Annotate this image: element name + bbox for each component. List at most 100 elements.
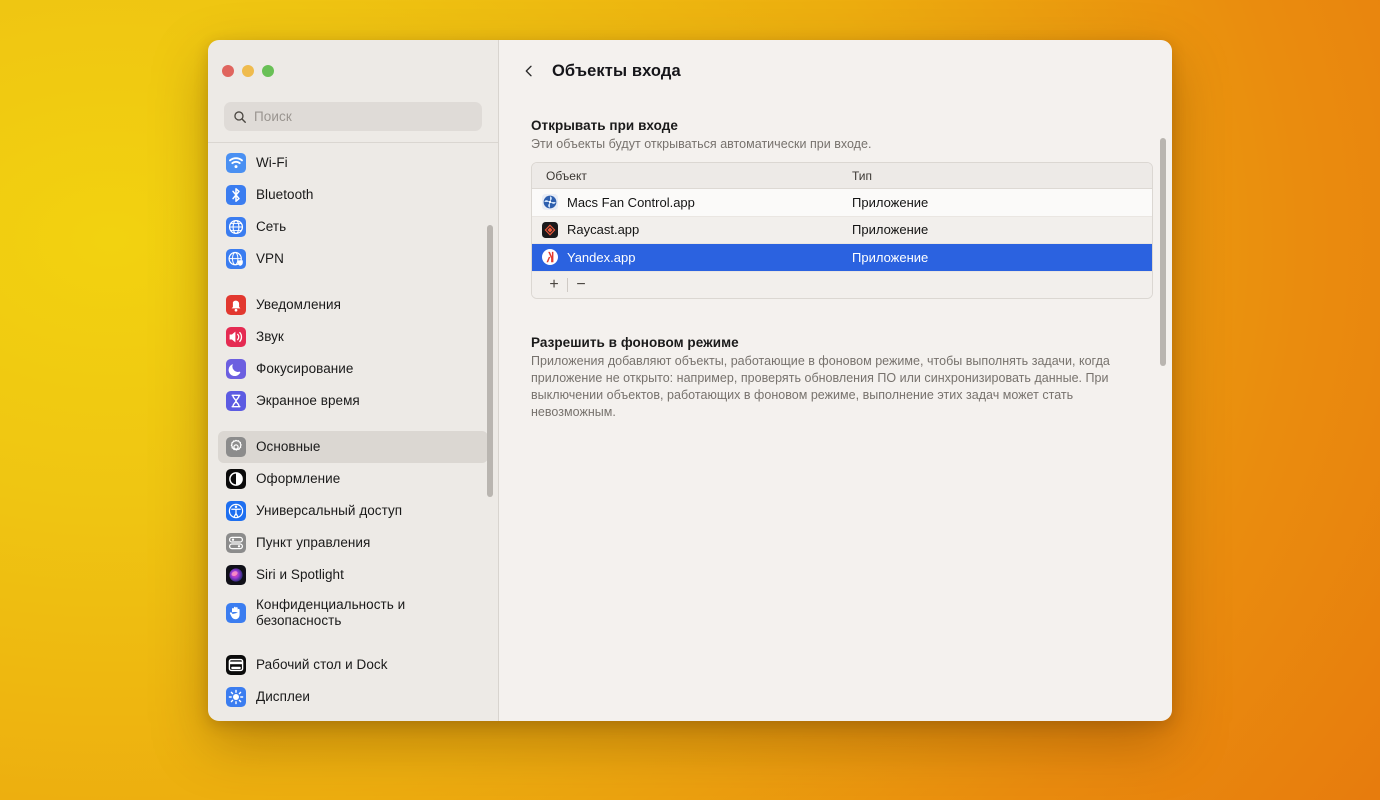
sidebar-item-screen-time[interactable]: Экранное время xyxy=(218,385,488,417)
sidebar-item-label: Фокусирование xyxy=(256,361,354,376)
content-titlebar: Объекты входа xyxy=(499,40,1172,102)
page-title: Объекты входа xyxy=(552,61,681,80)
sound-icon xyxy=(226,327,246,347)
sidebar-item-label: Звук xyxy=(256,329,284,344)
bluetooth-icon xyxy=(226,185,246,205)
desktop-dock-icon xyxy=(226,655,246,675)
sidebar-scrollbar[interactable] xyxy=(487,225,493,497)
zoom-button[interactable] xyxy=(262,65,274,77)
system-settings-window: Поиск Wi-Fi Bluetooth Сеть VPN Уведомлен… xyxy=(208,40,1172,721)
table-cell-name: Macs Fan Control.app xyxy=(567,194,695,210)
table-cell-item: Macs Fan Control.app xyxy=(532,194,852,211)
sidebar-item-vpn[interactable]: VPN xyxy=(218,243,488,275)
section-heading-allow-background: Разрешить в фоновом режиме xyxy=(531,334,739,350)
sidebar-item-label: Экранное время xyxy=(256,393,360,408)
sidebar-item-sound[interactable]: Звук xyxy=(218,321,488,353)
siri-icon xyxy=(226,565,246,585)
table-cell-name: Yandex.app xyxy=(567,249,636,265)
section-body-allow-background: Приложения добавляют объекты, работающие… xyxy=(531,353,1110,419)
content-pane: Объекты входа Открывать при входе Эти об… xyxy=(499,40,1172,721)
section-heading-open-at-login: Открывать при входе xyxy=(531,118,678,133)
sidebar-item-appearance[interactable]: Оформление xyxy=(218,463,488,495)
notifications-icon xyxy=(226,295,246,315)
table-cell-item: Raycast.app xyxy=(532,221,852,238)
sidebar-item-label: Основные xyxy=(256,439,321,454)
sidebar-item-focus[interactable]: Фокусирование xyxy=(218,353,488,385)
window-controls xyxy=(208,40,498,102)
sidebar-item-displays[interactable]: Дисплеи xyxy=(218,681,488,713)
sidebar-item-label: VPN xyxy=(256,251,284,266)
table-cell-type: Приложение xyxy=(852,222,929,238)
sidebar-group-desktop: Рабочий стол и Dock Дисплеи xyxy=(208,649,498,713)
login-items-table: Объект Тип Macs Fan Control.app Приложен… xyxy=(531,162,1153,299)
chevron-left-icon xyxy=(525,65,532,77)
table-cell-type: Приложение xyxy=(852,194,929,210)
column-header-type: Тип xyxy=(852,168,873,183)
sidebar-item-general[interactable]: Основные xyxy=(218,431,488,463)
column-header-item: Объект xyxy=(546,168,587,183)
content-scrollbar[interactable] xyxy=(1160,138,1166,366)
macs-fan-control-icon xyxy=(542,194,558,211)
section-background-items: Разрешить в фоновом режиме Приложения до… xyxy=(531,335,1144,421)
sidebar-group-spacer xyxy=(208,417,498,431)
sidebar-item-bluetooth[interactable]: Bluetooth xyxy=(218,179,488,211)
minimize-button[interactable] xyxy=(242,65,254,77)
sidebar-item-label: Wi-Fi xyxy=(256,155,288,170)
sidebar: Поиск Wi-Fi Bluetooth Сеть VPN Уведомлен… xyxy=(208,40,499,721)
table-cell-type: Приложение xyxy=(852,249,929,265)
section-subtitle-open-at-login: Эти объекты будут открываться автоматиче… xyxy=(531,137,872,151)
table-cell-item: Yandex.app xyxy=(532,249,852,266)
table-cell-name: Raycast.app xyxy=(567,222,640,238)
sidebar-item-label: Уведомления xyxy=(256,297,341,312)
appearance-icon xyxy=(226,469,246,489)
sidebar-item-wifi[interactable]: Wi-Fi xyxy=(218,147,488,179)
sidebar-item-label: Оформление xyxy=(256,471,341,486)
focus-icon xyxy=(226,359,246,379)
accessibility-icon xyxy=(226,501,246,521)
sidebar-item-label: Конфиденциальность и безопасность xyxy=(256,597,406,628)
close-button[interactable] xyxy=(222,65,234,77)
table-row[interactable]: Macs Fan Control.app Приложение xyxy=(532,189,1152,217)
back-button[interactable] xyxy=(519,60,539,82)
search-placeholder: Поиск xyxy=(254,109,292,124)
screen-time-icon xyxy=(226,391,246,411)
table-row[interactable]: Raycast.app Приложение xyxy=(532,216,1152,244)
sidebar-item-privacy-security[interactable]: Конфиденциальность и безопасность xyxy=(218,591,488,635)
control-center-icon xyxy=(226,533,246,553)
sidebar-item-siri-spotlight[interactable]: Siri и Spotlight xyxy=(218,559,488,591)
privacy-hand-icon xyxy=(226,603,246,623)
sidebar-item-label: Универсальный доступ xyxy=(256,503,403,518)
sidebar-nav: Wi-Fi Bluetooth Сеть VPN Уведомления Зву… xyxy=(208,143,498,721)
raycast-icon xyxy=(542,221,558,238)
displays-icon xyxy=(226,687,246,707)
content-body: Открывать при входе Эти объекты будут от… xyxy=(499,118,1172,421)
search-icon xyxy=(233,110,247,124)
wifi-icon xyxy=(226,153,246,173)
sidebar-item-label: Пункт управления xyxy=(256,535,371,550)
sidebar-group-general: Основные Оформление Универсальный доступ… xyxy=(208,431,498,635)
sidebar-item-label: Рабочий стол и Dock xyxy=(256,657,388,672)
sidebar-item-label: Сеть xyxy=(256,219,287,234)
sidebar-item-label: Siri и Spotlight xyxy=(256,567,344,582)
sidebar-item-notifications[interactable]: Уведомления xyxy=(218,289,488,321)
table-footer: + − xyxy=(532,271,1152,298)
add-login-item-button[interactable]: + xyxy=(541,274,567,296)
network-icon xyxy=(226,217,246,237)
sidebar-group-system: Уведомления Звук Фокусирование Экранное … xyxy=(208,289,498,417)
remove-login-item-button[interactable]: − xyxy=(568,274,594,296)
sidebar-item-label: Bluetooth xyxy=(256,187,314,202)
table-row[interactable]: Yandex.app Приложение xyxy=(532,244,1152,272)
search-input[interactable]: Поиск xyxy=(224,102,482,131)
sidebar-item-label: Дисплеи xyxy=(256,689,311,704)
sidebar-group-network: Wi-Fi Bluetooth Сеть VPN xyxy=(208,147,498,275)
sidebar-group-spacer xyxy=(208,635,498,649)
sidebar-item-network[interactable]: Сеть xyxy=(218,211,488,243)
vpn-icon xyxy=(226,249,246,269)
sidebar-group-spacer xyxy=(208,275,498,289)
sidebar-item-accessibility[interactable]: Универсальный доступ xyxy=(218,495,488,527)
sidebar-item-control-center[interactable]: Пункт управления xyxy=(218,527,488,559)
search-container: Поиск xyxy=(208,102,498,142)
table-header-row: Объект Тип xyxy=(532,163,1152,189)
yandex-icon xyxy=(542,249,558,266)
sidebar-item-desktop-dock[interactable]: Рабочий стол и Dock xyxy=(218,649,488,681)
